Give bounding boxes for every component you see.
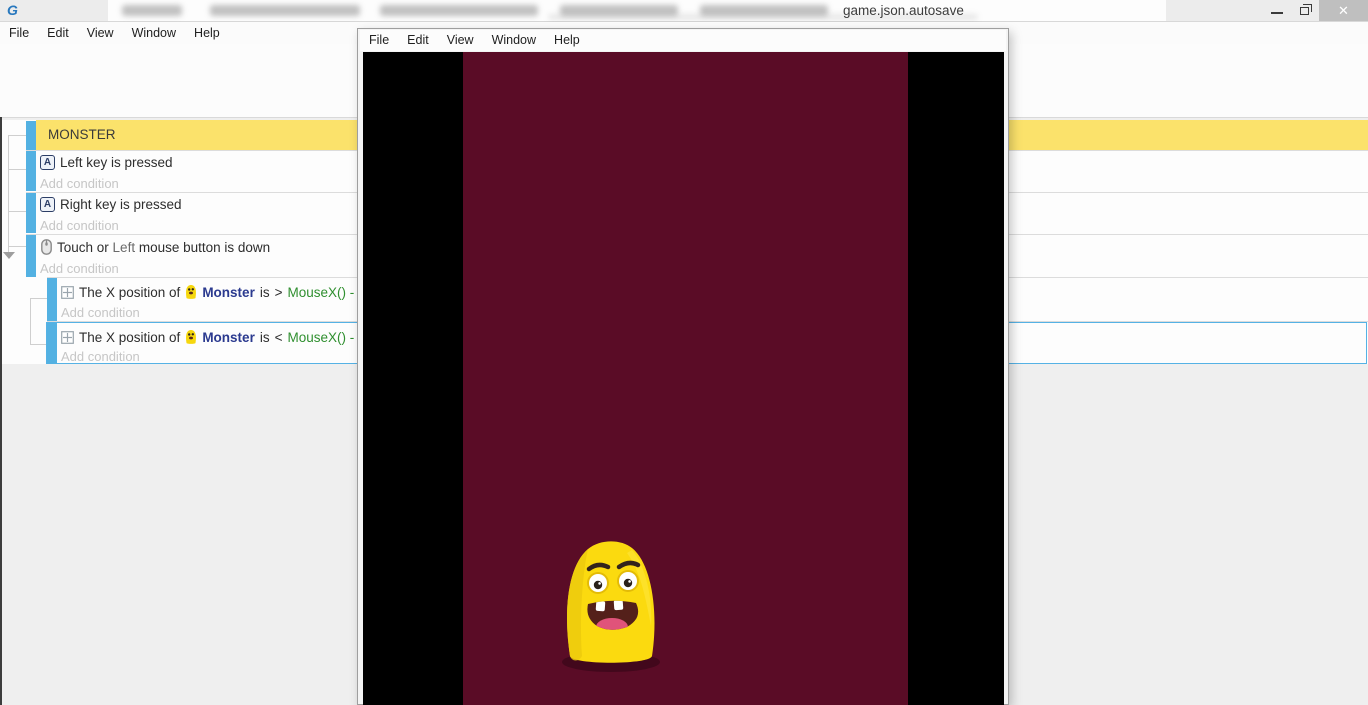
monster-sprite (561, 538, 661, 673)
position-icon (61, 286, 74, 299)
gdevelop-logo-icon: G (7, 2, 23, 19)
menu-window[interactable]: Window (123, 22, 185, 44)
preview-menu-view[interactable]: View (438, 30, 483, 51)
comment-text: MONSTER (48, 127, 116, 142)
menu-view[interactable]: View (78, 22, 123, 44)
expression: MouseX() - (287, 285, 354, 300)
condition-text: is (260, 330, 270, 345)
operator: > (275, 285, 283, 300)
keyboard-icon: A (40, 155, 55, 170)
add-condition-link[interactable]: Add condition (40, 176, 119, 191)
tree-line (8, 135, 9, 252)
menu-file[interactable]: File (0, 22, 38, 44)
tree-line (8, 211, 26, 212)
monster-thumbnail-icon (185, 284, 197, 300)
game-stage (463, 52, 908, 705)
condition-xpos-greater[interactable]: The X position of Monster is > MouseX() … (61, 284, 354, 300)
condition-text: mouse button is down (139, 240, 270, 255)
condition-left-key[interactable]: A Left key is pressed (40, 155, 173, 170)
tree-line (30, 298, 31, 345)
mouse-icon (41, 239, 52, 255)
add-condition-link[interactable]: Add condition (40, 261, 119, 276)
monster-thumbnail-icon (185, 329, 197, 345)
blurred-text-block (210, 5, 360, 16)
event-highlight-bar (47, 323, 57, 364)
window-title: game.json.autosave (843, 3, 964, 18)
condition-text: The X position of (79, 330, 180, 345)
object-name: Monster (202, 285, 255, 300)
preview-menu-file[interactable]: File (360, 30, 398, 51)
title-blurred-region: game.json.autosave (108, 0, 1166, 21)
condition-text: is (260, 285, 270, 300)
condition-text: Touch or (57, 240, 109, 255)
condition-param: Left (113, 240, 136, 255)
tree-line (8, 169, 26, 170)
condition-xpos-less[interactable]: The X position of Monster is < MouseX() … (61, 329, 354, 345)
condition-text: The X position of (79, 285, 180, 300)
close-button[interactable]: ✕ (1319, 0, 1368, 21)
add-condition-link[interactable]: Add condition (40, 218, 119, 233)
preview-menu-window[interactable]: Window (483, 30, 545, 51)
event-highlight-bar (26, 151, 36, 191)
position-icon (61, 331, 74, 344)
event-highlight-bar (26, 193, 36, 233)
minimize-button[interactable] (1261, 0, 1293, 21)
minimize-icon (1271, 12, 1283, 14)
condition-text: Left key is pressed (60, 155, 173, 170)
tree-line (8, 135, 26, 136)
tree-line (30, 298, 47, 299)
title-bar: G game.json.autosave ✕ (0, 0, 1368, 22)
object-name: Monster (202, 330, 255, 345)
blurred-text-block (122, 5, 182, 16)
tree-line (30, 344, 47, 345)
preview-menu-edit[interactable]: Edit (398, 30, 438, 51)
game-canvas (363, 52, 1004, 705)
collapse-expander-icon[interactable] (3, 252, 15, 259)
operator: < (275, 330, 283, 345)
preview-menu-bar: File Edit View Window Help (360, 30, 1006, 51)
menu-edit[interactable]: Edit (38, 22, 78, 44)
restore-button[interactable] (1293, 0, 1319, 21)
add-condition-link[interactable]: Add condition (61, 305, 140, 320)
menu-help[interactable]: Help (185, 22, 229, 44)
keyboard-icon: A (40, 197, 55, 212)
event-highlight-bar (26, 121, 36, 150)
condition-right-key[interactable]: A Right key is pressed (40, 197, 182, 212)
tree-line (8, 246, 26, 247)
add-condition-link[interactable]: Add condition (61, 349, 140, 364)
blurred-text-block (380, 5, 538, 16)
event-highlight-bar (47, 278, 57, 321)
game-preview-window: File Edit View Window Help (357, 28, 1009, 705)
event-highlight-bar (26, 235, 36, 277)
expression: MouseX() - (287, 330, 354, 345)
condition-text: Right key is pressed (60, 197, 182, 212)
condition-touch-mouse[interactable]: Touch or Left mouse button is down (41, 239, 270, 255)
preview-menu-help[interactable]: Help (545, 30, 589, 51)
